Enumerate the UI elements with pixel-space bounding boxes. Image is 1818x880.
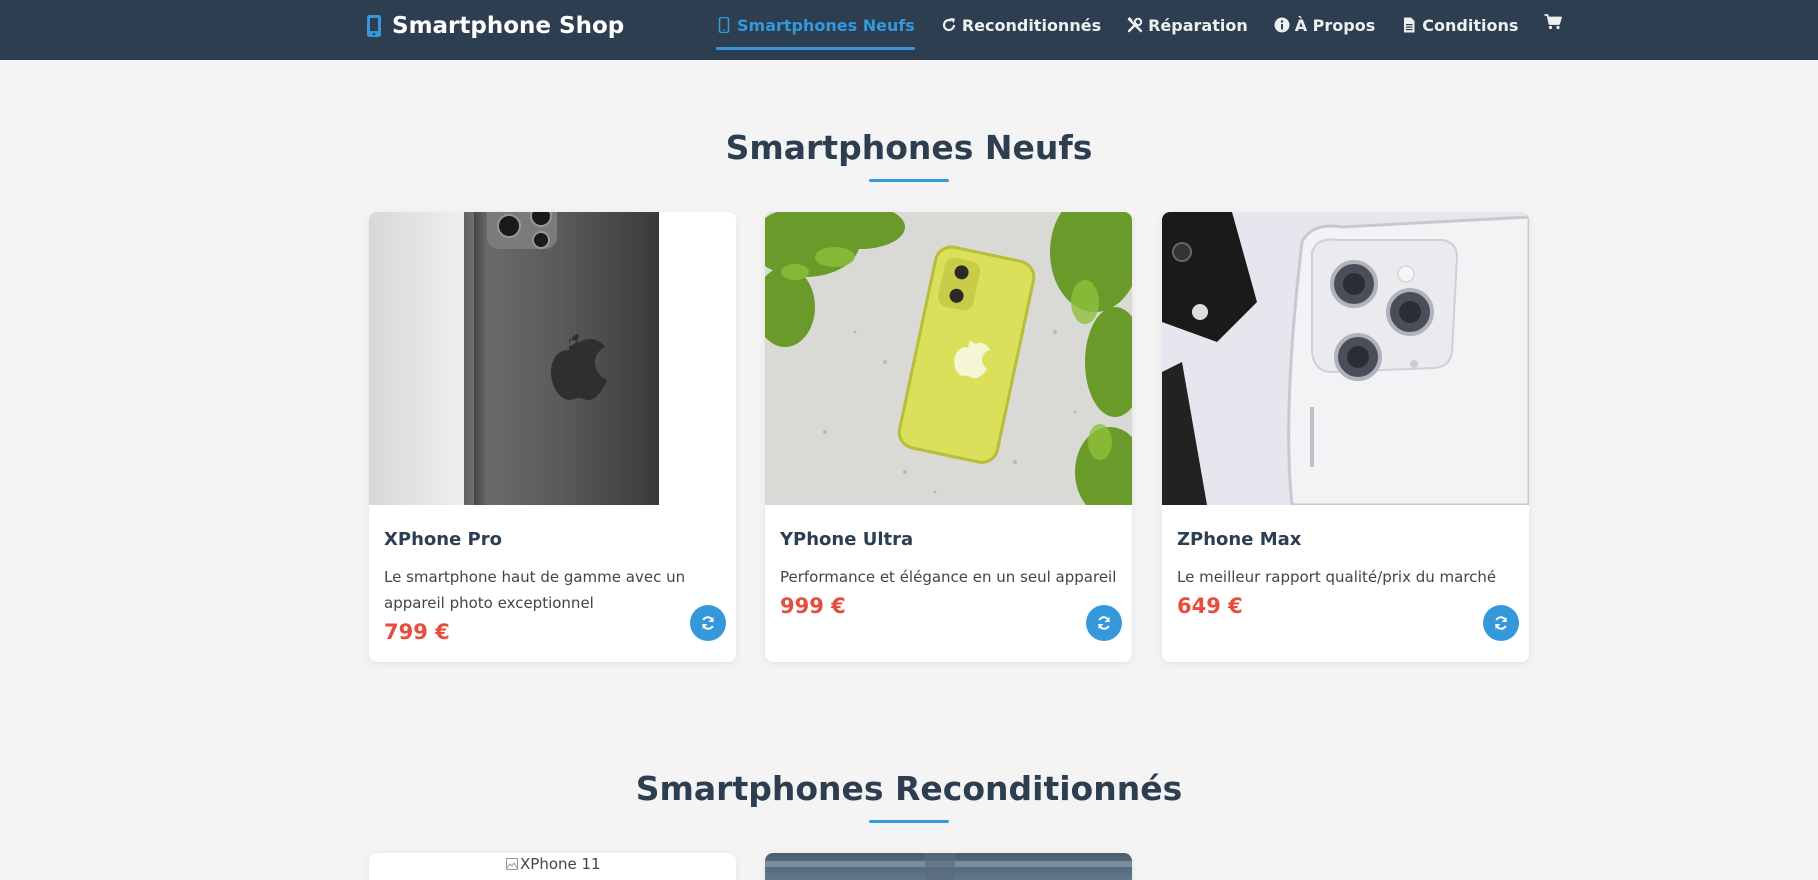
product-card-xphone-pro[interactable]: XPhone Pro Le smartphone haut de gamme a… xyxy=(369,212,736,662)
product-image-yphone-ultra xyxy=(765,212,1132,505)
product-card-yphone-ultra[interactable]: YPhone Ultra Performance et élégance en … xyxy=(765,212,1132,662)
product-price: 649 € xyxy=(1177,594,1243,618)
product-description: Le meilleur rapport qualité/prix du marc… xyxy=(1177,568,1497,586)
nav-item-label: Conditions xyxy=(1422,15,1519,35)
main-nav: Smartphones Neufs Reconditionnés Réparat… xyxy=(716,0,1563,60)
refresh-button[interactable] xyxy=(690,605,726,641)
cart-icon xyxy=(1544,14,1563,30)
sync-icon xyxy=(702,616,714,630)
mobile-icon xyxy=(718,17,730,33)
product-description: Le smartphone haut de gamme avec un appa… xyxy=(384,568,686,612)
mobile-icon xyxy=(367,15,381,37)
product-name: ZPhone Max xyxy=(1177,529,1302,550)
product-price: 799 € xyxy=(384,620,450,644)
product-name: XPhone Pro xyxy=(384,529,502,550)
nav-item-a-propos[interactable]: À Propos xyxy=(1274,0,1376,50)
image-alt-text: XPhone 11 xyxy=(520,855,601,873)
product-card-body: ZPhone Max Le meilleur rapport qualité/p… xyxy=(1162,505,1529,641)
nav-item-conditions[interactable]: Conditions xyxy=(1401,0,1518,50)
title-underline xyxy=(869,179,949,182)
info-icon xyxy=(1274,17,1290,33)
refresh-button[interactable] xyxy=(1086,605,1122,641)
product-card-body: YPhone Ultra Performance et élégance en … xyxy=(765,505,1132,641)
nav-item-smartphones-neufs[interactable]: Smartphones Neufs xyxy=(716,0,915,50)
product-image-refurbished xyxy=(765,853,1132,880)
cart-button[interactable] xyxy=(1544,0,1563,44)
section-title-refurbished: Smartphones Reconditionnés xyxy=(635,769,1183,808)
rotate-icon xyxy=(942,18,955,32)
sync-icon xyxy=(1098,616,1110,630)
brand-logo[interactable]: Smartphone Shop xyxy=(366,13,624,39)
tools-icon xyxy=(1127,17,1143,33)
nav-item-reconditionnes[interactable]: Reconditionnés xyxy=(941,0,1101,50)
product-card-body: XPhone Pro Le smartphone haut de gamme a… xyxy=(369,505,736,654)
top-navbar: Smartphone Shop Smartphones Neufs Recond… xyxy=(0,0,1818,60)
product-name: YPhone Ultra xyxy=(780,529,914,550)
product-card-zphone-max[interactable]: ZPhone Max Le meilleur rapport qualité/p… xyxy=(1162,212,1529,662)
nav-item-label: Réparation xyxy=(1148,15,1248,35)
nav-item-label: Reconditionnés xyxy=(961,15,1102,35)
document-icon xyxy=(1404,17,1415,33)
title-underline xyxy=(869,820,949,823)
product-image-zphone-max xyxy=(1162,212,1529,505)
product-price: 999 € xyxy=(780,594,846,618)
nav-item-reparation[interactable]: Réparation xyxy=(1127,0,1248,50)
sync-icon xyxy=(1495,616,1507,630)
product-image-xphone-pro xyxy=(369,212,736,505)
nav-item-label: Smartphones Neufs xyxy=(737,15,915,35)
nav-item-label: À Propos xyxy=(1294,15,1376,35)
brand-title: Smartphone Shop xyxy=(392,13,625,39)
refurbished-card-2[interactable] xyxy=(765,853,1132,880)
broken-image-icon xyxy=(506,858,518,870)
product-description: Performance et élégance en un seul appar… xyxy=(780,568,1117,586)
section-title-new: Smartphones Neufs xyxy=(725,128,1093,167)
broken-image-xphone-11: XPhone 11 xyxy=(506,855,601,873)
refresh-button[interactable] xyxy=(1483,605,1519,641)
